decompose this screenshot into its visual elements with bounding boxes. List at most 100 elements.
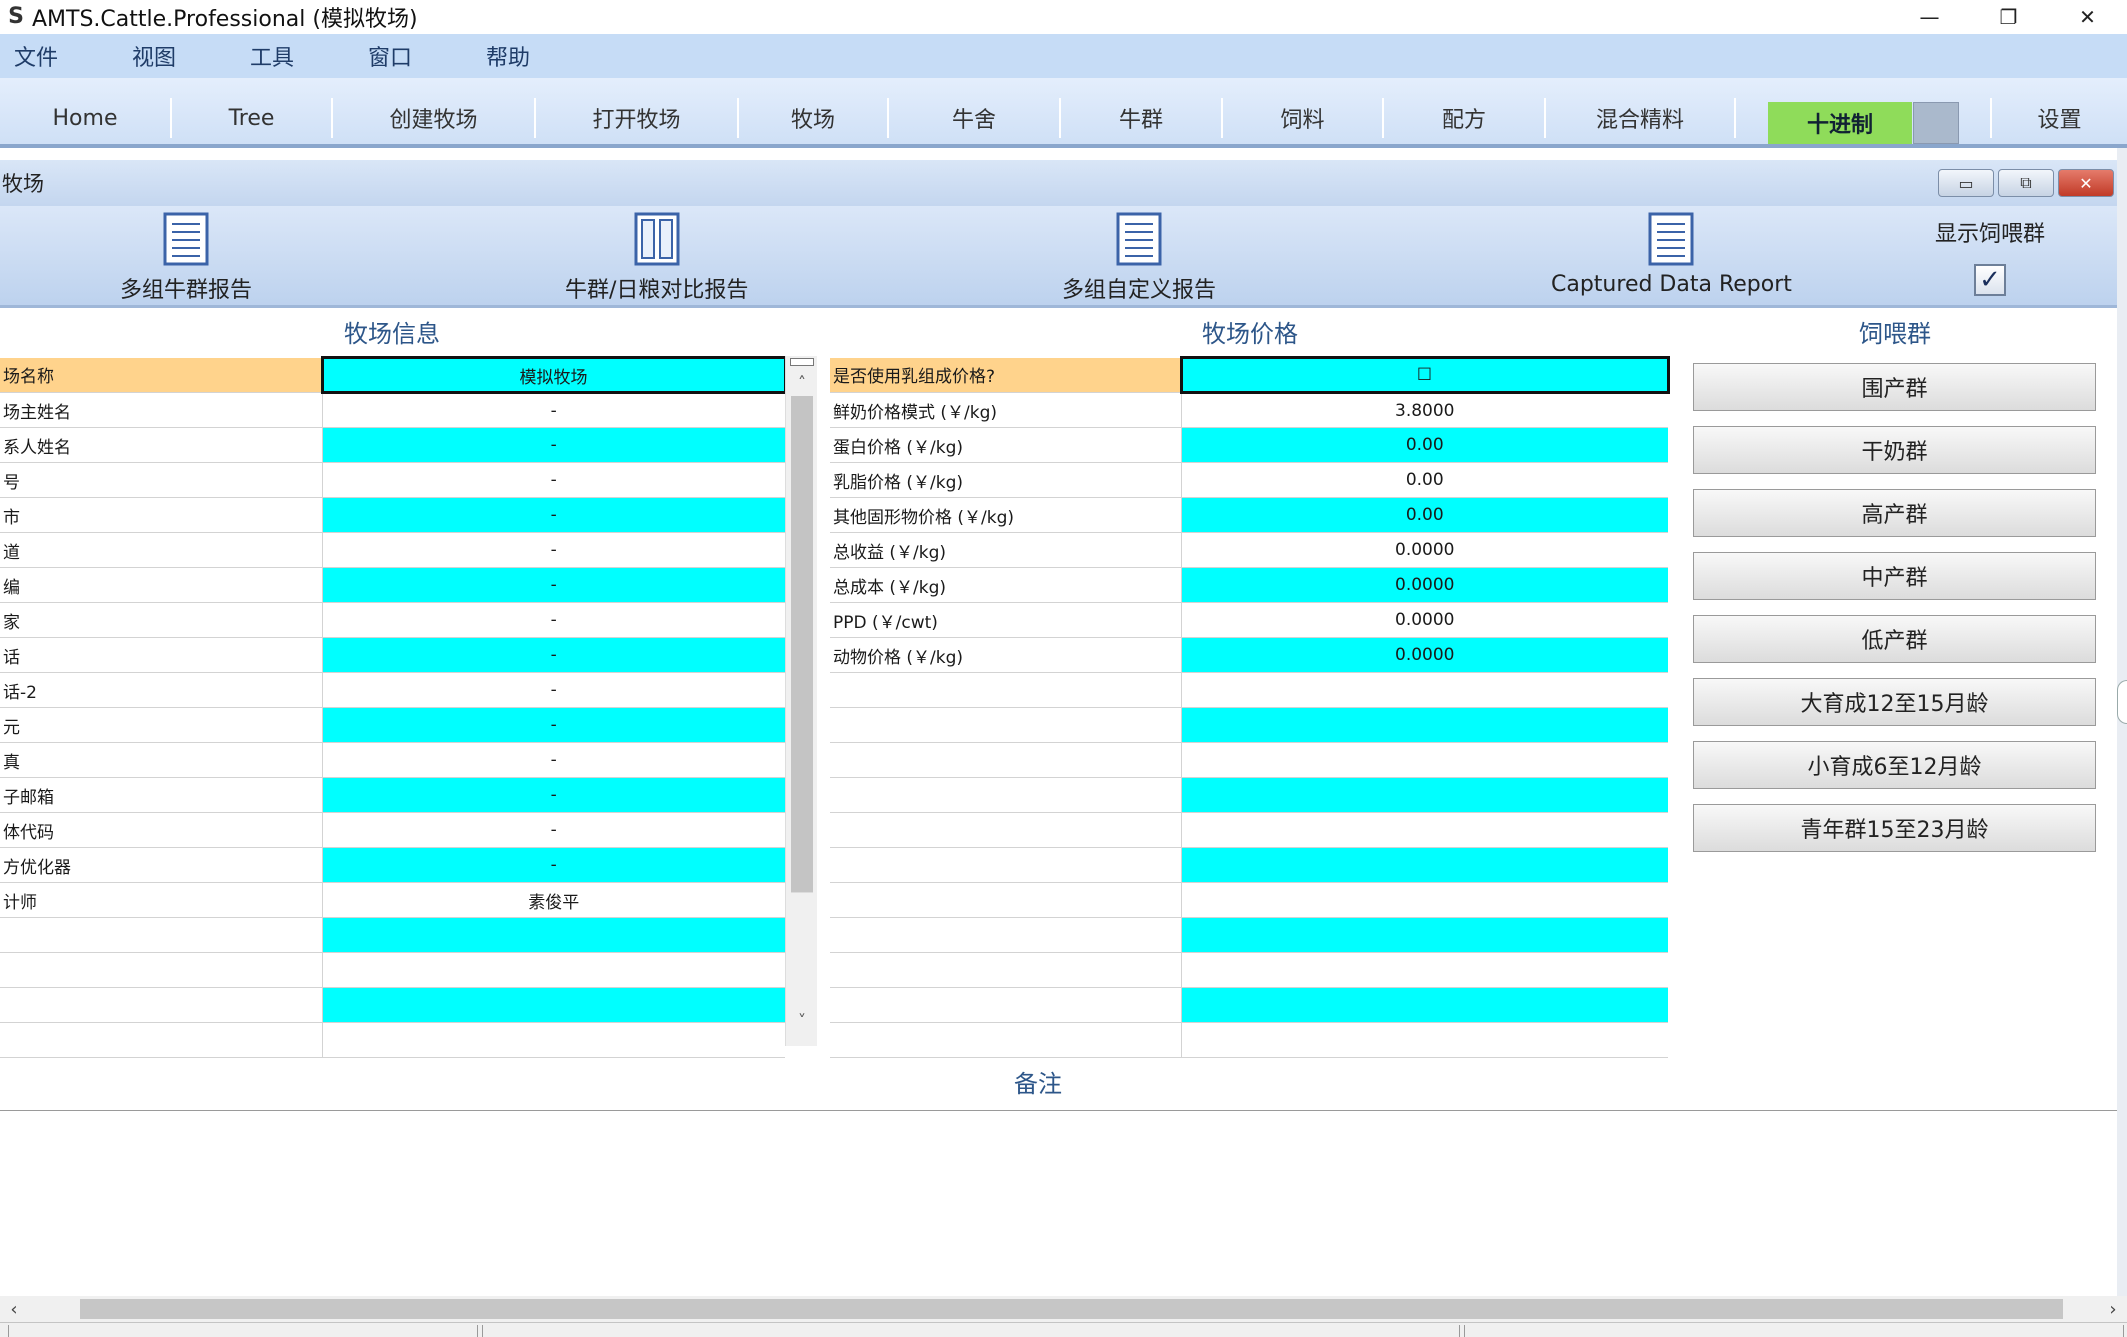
nav-tree[interactable]: Tree	[172, 98, 333, 138]
farm-price-label	[830, 847, 1182, 883]
farm-info-value-cell[interactable]: -	[322, 777, 785, 813]
multi-herd-report-button[interactable]: 多组牛群报告	[120, 212, 252, 304]
farm-price-value-cell[interactable]	[1181, 1022, 1668, 1058]
notes-textarea[interactable]	[0, 1110, 2117, 1298]
farm-info-value-cell[interactable]: -	[322, 567, 785, 603]
farm-info-value-cell[interactable]: -	[322, 812, 785, 848]
decimal-toggle-handle[interactable]	[1913, 102, 1959, 144]
farm-price-value-cell[interactable]	[1181, 707, 1668, 743]
farm-info-label: 话-2	[0, 672, 323, 708]
show-feed-groups-checkbox[interactable]: ✓	[1974, 264, 2006, 296]
feed-group-button[interactable]: 干奶群	[1693, 426, 2096, 474]
nav-barn[interactable]: 牛舍	[889, 98, 1061, 138]
scroll-up-icon[interactable]: ˄	[786, 368, 818, 396]
farm-price-value-cell[interactable]	[1181, 672, 1668, 708]
farm-info-row: 道-	[0, 532, 785, 568]
captured-data-report-button[interactable]: Captured Data Report	[1551, 212, 1792, 297]
farm-info-row	[0, 987, 785, 1023]
feed-group-button[interactable]: 小育成6至12月龄	[1693, 741, 2096, 789]
farm-price-value-cell[interactable]	[1181, 847, 1668, 883]
menu-help[interactable]: 帮助	[486, 40, 590, 72]
farm-price-value-cell[interactable]	[1181, 882, 1668, 918]
scroll-left-icon[interactable]: ‹	[0, 1296, 28, 1322]
close-icon[interactable]: ✕	[2048, 0, 2127, 34]
farm-price-title: 牧场价格	[1202, 320, 1298, 348]
nav-settings[interactable]: 设置	[1990, 98, 2127, 138]
farm-price-value-cell[interactable]: 0.00	[1181, 462, 1668, 498]
custom-report-button[interactable]: 多组自定义报告	[1062, 212, 1216, 304]
farm-info-value-cell[interactable]: -	[322, 392, 785, 428]
decimal-mode-button[interactable]: 十进制	[1768, 102, 1912, 144]
farm-price-value-cell[interactable]: 0.0000	[1181, 602, 1668, 638]
nav-open-farm[interactable]: 打开牧场	[536, 98, 739, 138]
feed-group-button[interactable]: 围产群	[1693, 363, 2096, 411]
farm-info-row	[0, 1022, 785, 1058]
farm-info-label: 家	[0, 602, 323, 638]
farm-info-value-cell[interactable]: -	[322, 602, 785, 638]
farm-price-value-cell[interactable]	[1181, 987, 1668, 1023]
nav-formula[interactable]: 配方	[1384, 98, 1546, 138]
nav-create-farm[interactable]: 创建牧场	[333, 98, 536, 138]
farm-price-value-cell[interactable]	[1181, 777, 1668, 813]
farm-info-value-cell[interactable]: -	[322, 497, 785, 533]
farm-info-value-cell[interactable]: -	[322, 847, 785, 883]
herd-ration-compare-report-button[interactable]: 牛群/日粮对比报告	[565, 212, 748, 304]
farm-price-value-cell[interactable]: 0.00	[1181, 497, 1668, 533]
farm-price-value-cell[interactable]: 0.00	[1181, 427, 1668, 463]
farm-price-row	[830, 917, 1668, 953]
farm-price-value-cell[interactable]	[1181, 917, 1668, 953]
restore-icon[interactable]: ❐	[1969, 0, 2048, 34]
menu-tools[interactable]: 工具	[250, 40, 354, 72]
farm-price-value-cell[interactable]: 0.0000	[1181, 567, 1668, 603]
farm-info-value-cell[interactable]	[322, 987, 785, 1023]
nav-herd[interactable]: 牛群	[1061, 98, 1223, 138]
farm-info-value-cell[interactable]: -	[322, 707, 785, 743]
menu-window[interactable]: 窗口	[368, 40, 472, 72]
subwindow-close-icon[interactable]: ✕	[2058, 169, 2114, 197]
subwindow-minimize-icon[interactable]: ▭	[1938, 169, 1994, 197]
farm-price-value-cell[interactable]	[1181, 952, 1668, 988]
farm-info-value-cell[interactable]: 素俊平	[322, 882, 785, 918]
feed-group-button[interactable]: 青年群15至23月龄	[1693, 804, 2096, 852]
farm-info-value-cell[interactable]: -	[322, 672, 785, 708]
farm-info-value-cell[interactable]: -	[322, 742, 785, 778]
nav-feed[interactable]: 饲料	[1223, 98, 1384, 138]
horizontal-scroll-thumb[interactable]	[80, 1299, 2063, 1319]
farm-info-value-cell[interactable]	[322, 917, 785, 953]
minimize-icon[interactable]: —	[1890, 0, 1969, 34]
farm-price-value-cell[interactable]	[1181, 812, 1668, 848]
farm-price-label: 其他固形物价格 (￥/kg)	[830, 497, 1182, 533]
scroll-right-icon[interactable]: ›	[2099, 1296, 2127, 1322]
farm-info-scrollbar[interactable]: ˄ ˅	[785, 356, 817, 1046]
farm-price-value-cell[interactable]: 3.8000	[1181, 392, 1668, 428]
farm-info-value-cell[interactable]: 模拟牧场	[320, 356, 787, 394]
farm-info-label: 号	[0, 462, 323, 498]
farm-info-value-cell[interactable]	[322, 1022, 785, 1058]
farm-info-value-cell[interactable]: -	[322, 427, 785, 463]
subwindow-maximize-icon[interactable]: ⧉	[1998, 169, 2054, 197]
feed-group-button[interactable]: 低产群	[1693, 615, 2096, 663]
farm-info-value-cell[interactable]: -	[322, 462, 785, 498]
farm-info-row: 元-	[0, 707, 785, 743]
menu-view[interactable]: 视图	[132, 40, 236, 72]
farm-info-value-cell[interactable]: -	[322, 637, 785, 673]
farm-price-value-cell[interactable]: 0.0000	[1181, 637, 1668, 673]
feed-group-button[interactable]: 大育成12至15月龄	[1693, 678, 2096, 726]
farm-info-value-cell[interactable]	[322, 952, 785, 988]
nav-mixed-concentrate[interactable]: 混合精料	[1546, 98, 1736, 138]
farm-price-value-cell[interactable]: ☐	[1179, 356, 1670, 394]
nav-home[interactable]: Home	[0, 98, 172, 138]
scroll-down-icon[interactable]: ˅	[786, 1006, 818, 1034]
farm-price-value-cell[interactable]: 0.0000	[1181, 532, 1668, 568]
feed-group-button[interactable]: 高产群	[1693, 489, 2096, 537]
farm-price-row: 蛋白价格 (￥/kg) 0.00	[830, 427, 1668, 463]
farm-price-row	[830, 672, 1668, 708]
side-panel-handle[interactable]	[2117, 680, 2127, 724]
farm-info-label: 体代码	[0, 812, 323, 848]
nav-farm[interactable]: 牧场	[739, 98, 889, 138]
farm-info-value-cell[interactable]: -	[322, 532, 785, 568]
feed-group-button[interactable]: 中产群	[1693, 552, 2096, 600]
farm-price-value-cell[interactable]	[1181, 742, 1668, 778]
horizontal-scrollbar[interactable]: ‹ ›	[0, 1296, 2127, 1322]
menu-file[interactable]: 文件	[14, 40, 118, 72]
